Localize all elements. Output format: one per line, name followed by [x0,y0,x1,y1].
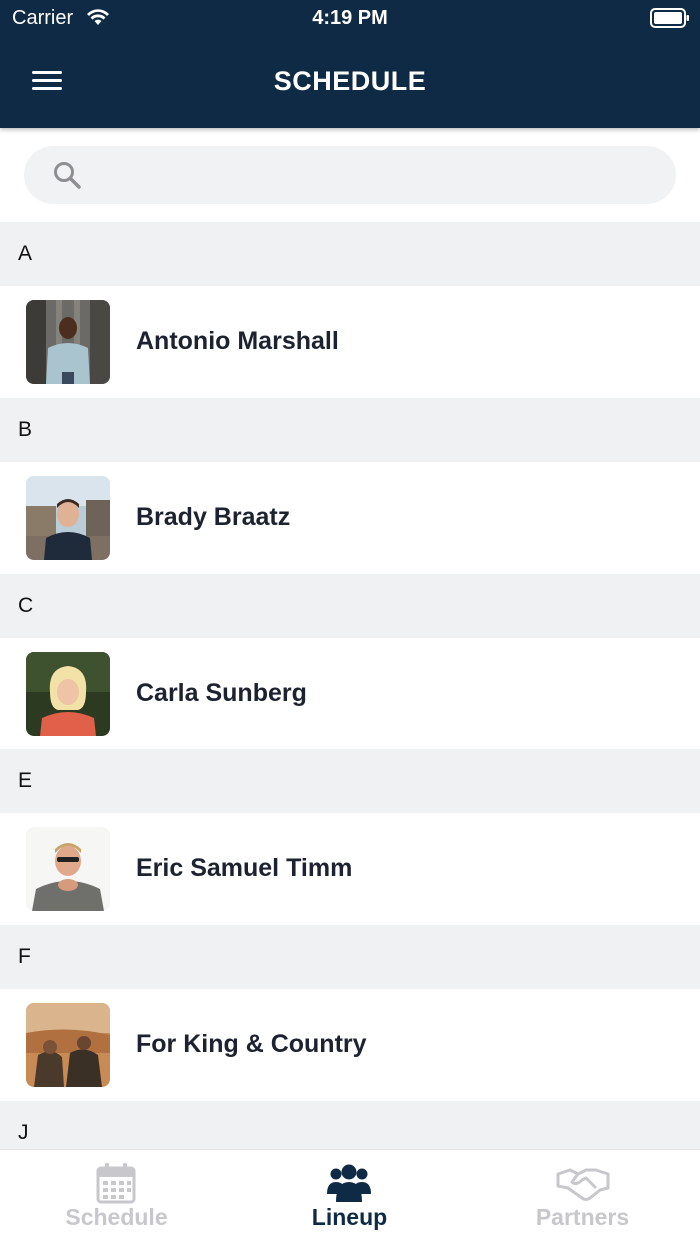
section-letter: A [18,242,33,265]
battery-icon [650,8,689,28]
speaker-name: Carla Sunberg [136,679,307,707]
avatar [26,652,110,736]
search-icon [54,162,81,189]
section-header-e: E [0,749,700,813]
section-letter: J [18,1121,29,1144]
section-letter: F [18,945,31,968]
speaker-name: Antonio Marshall [136,327,339,355]
search-bar[interactable] [24,146,676,204]
page-title: SCHEDULE [273,66,427,96]
section-header-a: A [0,222,700,286]
section-letter: E [18,769,33,792]
group-icon [327,1164,371,1202]
section-header-c: C [0,574,700,638]
calendar-icon [96,1163,136,1204]
speaker-name: Brady Braatz [136,503,291,531]
top-bar: Carrier 4:19 PM SCHEDULE [0,0,700,128]
avatar [26,300,110,384]
avatar [26,476,110,560]
tab-bar: Schedule Lineup Partners [0,1149,700,1244]
tab-lineup[interactable]: Lineup [233,1150,466,1244]
search-input[interactable] [94,146,654,204]
section-header-b: B [0,398,700,462]
tab-label: Schedule [65,1204,168,1230]
tab-label: Partners [535,1204,630,1230]
list-item[interactable]: For King & Country [0,989,700,1101]
list-item[interactable]: Eric Samuel Timm [0,813,700,925]
section-header-f: F [0,925,700,989]
speaker-name: Eric Samuel Timm [136,854,353,882]
speaker-name: For King & Country [136,1030,367,1058]
section-letter: B [18,418,33,441]
tab-label: Lineup [311,1204,388,1230]
tab-schedule[interactable]: Schedule [0,1150,233,1244]
list-item[interactable]: Brady Braatz [0,462,700,574]
status-time: 4:19 PM [312,7,388,29]
search-area [0,128,700,222]
list-item[interactable]: Carla Sunberg [0,638,700,750]
list-item[interactable]: Antonio Marshall [0,286,700,398]
handshake-icon [556,1168,610,1201]
section-letter: C [18,594,34,617]
avatar [26,1003,110,1087]
status-bar: Carrier 4:19 PM [0,0,700,36]
avatar [26,827,110,911]
tab-partners[interactable]: Partners [466,1150,699,1244]
